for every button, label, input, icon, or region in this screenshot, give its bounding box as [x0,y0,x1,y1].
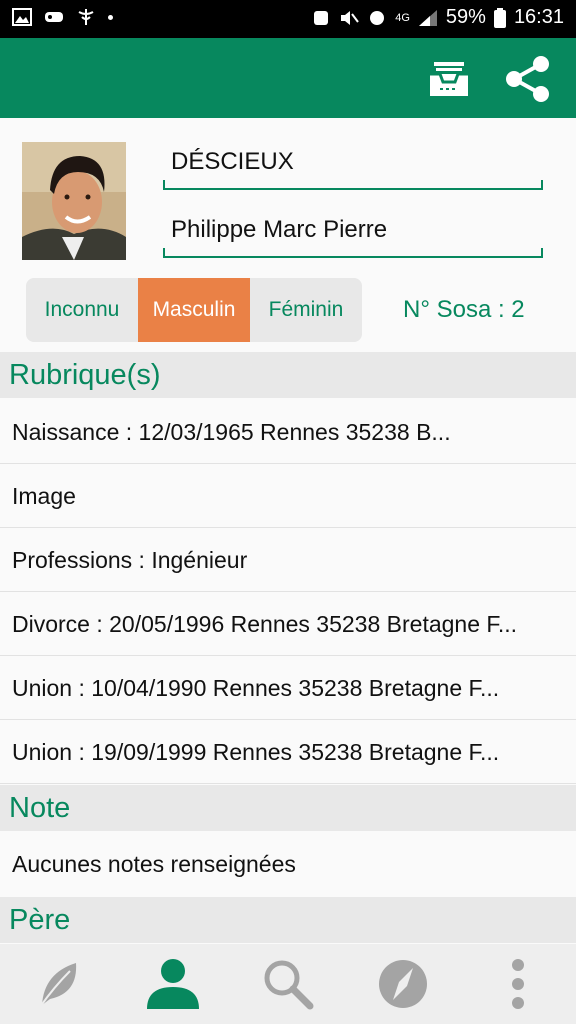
alarm-clock-icon [314,10,329,25]
section-header-rubriques: Rubrique(s) [0,352,576,398]
sex-option-inconnu[interactable]: Inconnu [26,278,138,342]
section-header-note: Note [0,785,576,831]
network-type: 4G [395,11,410,24]
section-header-pere: Père [0,897,576,943]
surname-field[interactable] [163,142,543,190]
battery-percent: 59% [445,6,486,28]
dot-icon [108,14,113,20]
rubrique-item-union-1[interactable]: Union : 10/04/1990 Rennes 35238 Bretagne… [0,656,576,720]
sosa-number: N° Sosa : 2 [403,296,525,323]
given-names-field[interactable] [163,210,543,258]
gallery-icon [12,8,32,26]
caduceus-icon [78,9,94,25]
rubrique-item-image[interactable]: Image [0,464,576,528]
clock-icon [370,10,385,25]
nav-item-compass[interactable] [346,944,461,1024]
rubrique-item-divorce[interactable]: Divorce : 20/05/1996 Rennes 35238 Bretag… [0,592,576,656]
app-bar [0,38,576,118]
sex-option-masculin[interactable]: Masculin [138,278,250,342]
rubrique-item-naissance[interactable]: Naissance : 12/03/1965 Rennes 35238 B... [0,400,576,464]
leaf-icon [38,963,76,1008]
battery-icon [493,7,506,28]
sex-selector: Inconnu Masculin Féminin [26,278,362,342]
bottom-navigation [0,944,576,1024]
sex-option-feminin[interactable]: Féminin [250,278,362,342]
profile-card: Inconnu Masculin Féminin N° Sosa : 2 [0,118,576,352]
nav-item-tree[interactable] [0,944,115,1024]
person-icon [146,959,199,1009]
nav-item-more[interactable] [461,944,576,1024]
archive-tray-icon[interactable] [424,54,474,104]
rubrique-item-union-2[interactable]: Union : 19/09/1999 Rennes 35238 Bretagne… [0,720,576,784]
note-text[interactable]: Aucunes notes renseignées [0,832,576,896]
share-icon[interactable] [504,54,554,104]
signal-icon [418,9,437,26]
search-icon [264,960,314,1010]
given-names-input[interactable] [171,216,531,244]
more-vert-icon [512,959,525,1009]
nav-item-search[interactable] [230,944,345,1024]
nav-item-person[interactable] [115,944,230,1024]
game-controller-icon [45,12,63,22]
rubrique-item-professions[interactable]: Professions : Ingénieur [0,528,576,592]
clock-time: 16:31 [513,6,564,28]
surname-input[interactable] [171,148,531,176]
compass-icon [379,960,428,1008]
status-bar: 4G 59% 16:31 [0,0,576,38]
mute-icon [341,10,360,25]
avatar[interactable] [22,142,126,260]
